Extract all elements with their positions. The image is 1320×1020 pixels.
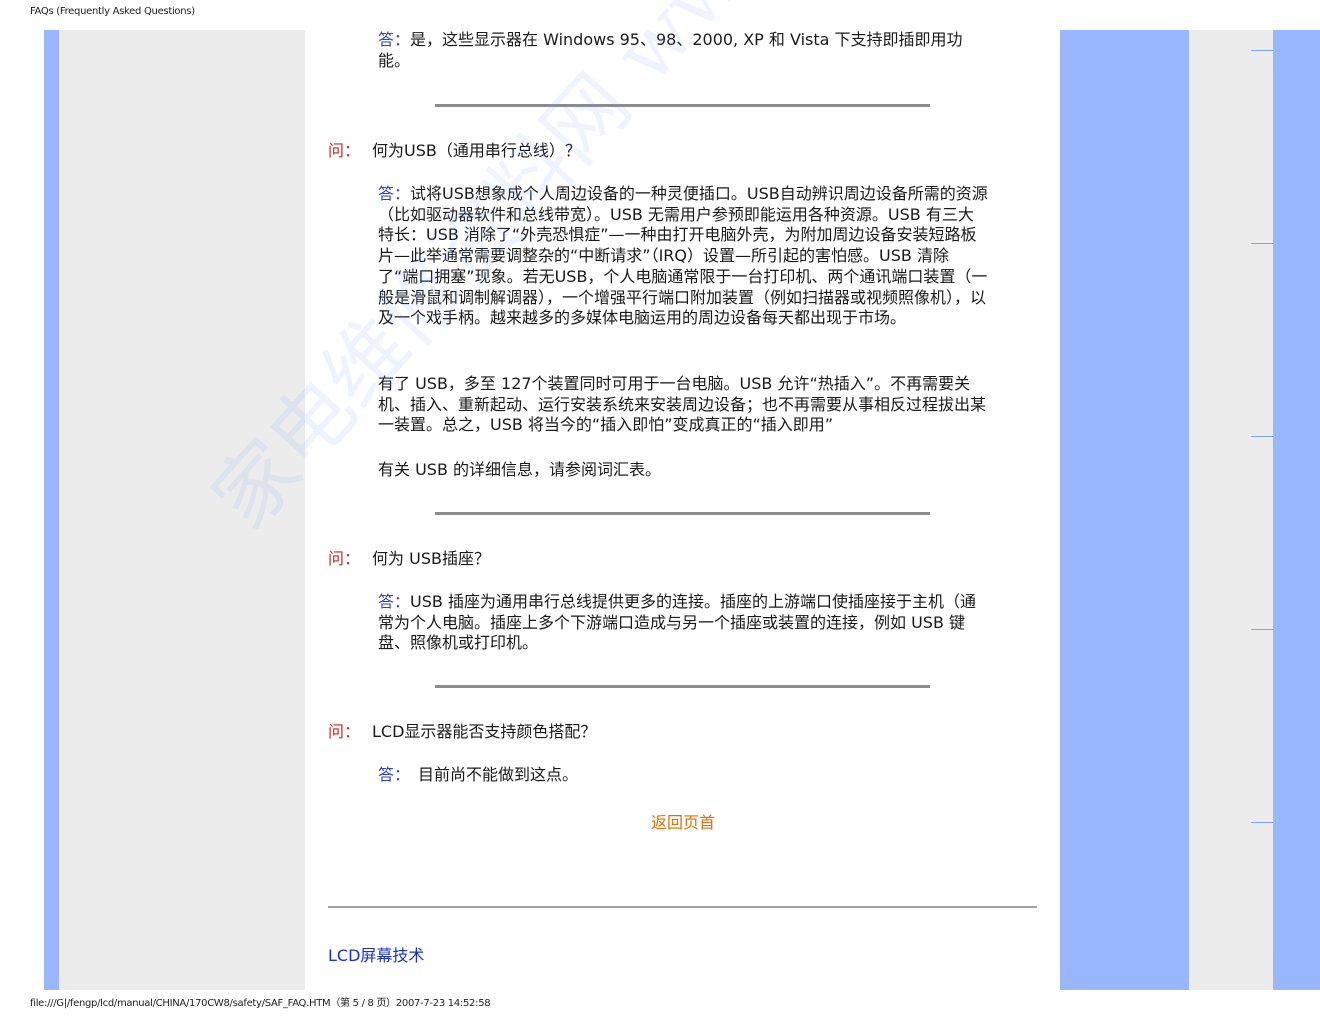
answer-text: 是，这些显示器在 Windows 95、98、2000, XP 和 Vista …: [378, 30, 963, 70]
question-label: 问：: [328, 722, 361, 741]
answer-text: 有关 USB 的详细信息，请参阅词汇表。: [378, 460, 662, 479]
page-header-title: FAQs (Frequently Asked Questions): [30, 6, 195, 17]
question-text: 何为USB（通用串行总线）？: [372, 141, 581, 160]
separator-line: [435, 685, 930, 688]
left-blue-frame: [44, 30, 59, 990]
question-label: 问：: [328, 549, 361, 568]
answer-usb-p3: 有关 USB 的详细信息，请参阅词汇表。: [378, 460, 988, 481]
answer-intro: 答：是，这些显示器在 Windows 95、98、2000, XP 和 Vist…: [378, 30, 988, 71]
question-label: 问：: [328, 141, 361, 160]
answer-text: 试将USB想象成个人周边设备的一种灵便插口。USB自动辨识周边设备所需的资源（比…: [378, 184, 988, 328]
answer-label: 答：: [378, 184, 411, 203]
answer-text: USB 插座为通用串行总线提供更多的连接。插座的上游端口使插座接于主机（通常为个…: [378, 592, 976, 653]
question-text: LCD显示器能否支持颜色搭配？: [372, 722, 597, 741]
answer-label: 答：: [378, 765, 411, 784]
answer-label: 答：: [378, 592, 411, 611]
back-to-top-link[interactable]: 返回页首: [651, 809, 715, 833]
bottom-rule: [328, 906, 1037, 908]
answer-lcd-color: 答： 目前尚不能做到这点。: [378, 765, 988, 786]
frame-tick: [1251, 243, 1273, 244]
question-usb: 问： 何为USB（通用串行总线）？: [328, 141, 581, 161]
main-content: 答：是，这些显示器在 Windows 95、98、2000, XP 和 Vist…: [305, 30, 1060, 990]
frame-tick: [1251, 50, 1273, 51]
right-gray-frame: [1189, 30, 1273, 990]
answer-usb-hub: 答：USB 插座为通用串行总线提供更多的连接。插座的上游端口使插座接于主机（通常…: [378, 592, 988, 654]
answer-usb-p2: 有了 USB，多至 127个装置同时可用于一台电脑。USB 允许“热插入”。不再…: [378, 374, 988, 436]
frame-tick: [1251, 436, 1273, 437]
answer-text: 有了 USB，多至 127个装置同时可用于一台电脑。USB 允许“热插入”。不再…: [378, 374, 987, 435]
right-blue-frame: [1060, 30, 1189, 990]
frame-tick: [1251, 629, 1273, 630]
answer-usb-p1: 答：试将USB想象成个人周边设备的一种灵便插口。USB自动辨识周边设备所需的资源…: [378, 184, 988, 329]
question-lcd-color: 问： LCD显示器能否支持颜色搭配？: [328, 722, 596, 742]
separator-line: [435, 512, 930, 515]
answer-label: 答：: [378, 30, 411, 49]
frame-tick: [1251, 822, 1273, 823]
question-usb-hub: 问： 何为 USB插座？: [328, 549, 490, 569]
left-gray-frame: [59, 30, 305, 990]
separator-line: [435, 104, 930, 107]
right-edge-blue-frame: [1273, 30, 1320, 990]
page-footer-path: file:///G|/fengp/lcd/manual/CHINA/170CW8…: [30, 998, 491, 1009]
answer-text: 目前尚不能做到这点。: [418, 765, 579, 784]
question-text: 何为 USB插座？: [372, 549, 490, 568]
lcd-technology-link[interactable]: LCD屏幕技术: [328, 942, 424, 966]
